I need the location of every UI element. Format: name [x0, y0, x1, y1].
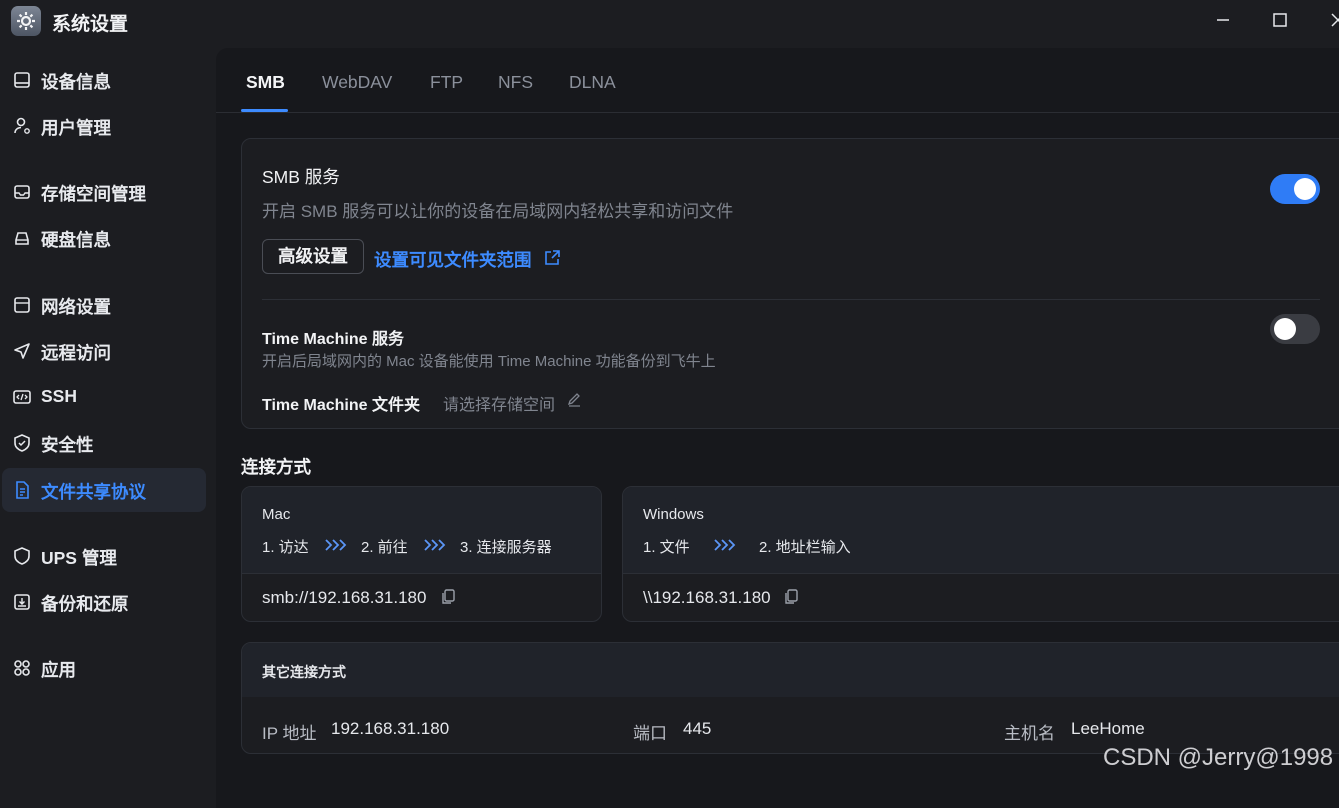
close-button[interactable] — [1325, 8, 1339, 32]
windows-step-2: 2. 地址栏输入 — [759, 539, 851, 556]
sidebar-item-backup[interactable]: 备份和还原 — [2, 580, 206, 624]
sidebar-item-label: 设备信息 — [41, 72, 111, 92]
other-connection-title: 其它连接方式 — [262, 664, 346, 680]
tab-divider — [216, 112, 1339, 113]
section-divider — [262, 299, 1320, 300]
mac-step-1: 1. 访达 — [262, 539, 309, 556]
mac-title: Mac — [262, 506, 291, 523]
disk-icon — [12, 228, 32, 248]
smb-service-title: SMB 服务 — [262, 167, 340, 187]
sidebar-item-ssh[interactable]: SSH — [2, 375, 206, 419]
time-machine-folder-label: Time Machine 文件夹 — [262, 397, 420, 414]
chevrons-right-icon — [323, 537, 347, 553]
sidebar-item-user-management[interactable]: 用户管理 — [2, 104, 206, 148]
mac-step-2: 2. 前往 — [361, 539, 408, 556]
sidebar-item-remote-access[interactable]: 远程访问 — [2, 329, 206, 373]
connection-section-title: 连接方式 — [241, 457, 311, 477]
toggle-knob — [1274, 318, 1296, 340]
external-link-icon[interactable] — [543, 249, 561, 267]
maximize-button[interactable] — [1266, 8, 1294, 32]
sidebar-item-label: 安全性 — [41, 435, 94, 455]
device-info-icon — [12, 70, 32, 90]
hostname-label: 主机名 — [1004, 724, 1055, 743]
smb-service-description: 开启 SMB 服务可以让你的设备在局域网内轻松共享和访问文件 — [262, 202, 734, 221]
chevrons-right-icon — [712, 537, 736, 553]
hostname-value: LeeHome — [1071, 719, 1145, 738]
storage-icon — [12, 182, 32, 202]
port-label: 端口 — [633, 724, 667, 743]
shield-icon — [12, 546, 32, 566]
card-divider — [623, 573, 1339, 574]
sidebar: 设备信息 用户管理 存储空间管理 硬盘信息 网络设置 远程访问 SSH 安全性 … — [0, 0, 216, 781]
sidebar-item-label: UPS 管理 — [41, 548, 117, 568]
windows-smb-address: \\192.168.31.180 — [643, 588, 771, 607]
sidebar-item-label: 存储空间管理 — [41, 184, 146, 204]
backup-icon — [12, 592, 32, 612]
ip-address-value: 192.168.31.180 — [331, 719, 450, 738]
copy-icon[interactable] — [439, 588, 457, 606]
code-icon — [12, 387, 32, 407]
copy-icon[interactable] — [782, 588, 800, 606]
tab-webdav[interactable]: WebDAV — [322, 72, 392, 93]
sidebar-item-ups[interactable]: UPS 管理 — [2, 534, 206, 578]
sidebar-item-label: 硬盘信息 — [41, 230, 111, 250]
visible-folders-link[interactable]: 设置可见文件夹范围 — [374, 247, 532, 272]
toggle-knob — [1294, 178, 1316, 200]
edit-pencil-icon[interactable] — [566, 391, 582, 407]
windows-card-header — [623, 487, 1339, 573]
network-icon — [12, 295, 32, 315]
sidebar-item-storage[interactable]: 存储空间管理 — [2, 170, 206, 214]
smb-service-toggle[interactable] — [1270, 174, 1320, 204]
watermark: CSDN @Jerry@1998 — [1103, 744, 1334, 771]
sidebar-item-disk-info[interactable]: 硬盘信息 — [2, 216, 206, 260]
tab-ftp[interactable]: FTP — [430, 72, 463, 93]
time-machine-folder-select[interactable]: 请选择存储空间 — [443, 391, 555, 415]
sidebar-item-apps[interactable]: 应用 — [2, 646, 206, 690]
sidebar-item-network[interactable]: 网络设置 — [2, 283, 206, 327]
time-machine-description: 开启后局域网内的 Mac 设备能使用 Time Machine 功能备份到飞牛上 — [262, 353, 716, 370]
sidebar-item-file-sharing[interactable]: 文件共享协议 — [2, 468, 206, 512]
sidebar-item-label: 应用 — [41, 660, 76, 680]
tab-nfs[interactable]: NFS — [498, 72, 533, 93]
other-card-header — [242, 643, 1339, 697]
windows-title: Windows — [643, 506, 704, 523]
sidebar-item-label: SSH — [41, 386, 77, 406]
tab-smb[interactable]: SMB — [246, 72, 285, 93]
sidebar-item-label: 备份和还原 — [41, 594, 129, 614]
shield-check-icon — [12, 433, 32, 453]
sidebar-item-label: 用户管理 — [41, 118, 111, 138]
card-divider — [242, 573, 601, 574]
sidebar-item-security[interactable]: 安全性 — [2, 421, 206, 465]
windows-step-1: 1. 文件 — [643, 539, 690, 556]
sidebar-item-label: 远程访问 — [41, 343, 111, 363]
tab-dlna[interactable]: DLNA — [569, 72, 616, 93]
sidebar-item-device-info[interactable]: 设备信息 — [2, 58, 206, 102]
minimize-button[interactable] — [1209, 8, 1237, 32]
chevrons-right-icon — [422, 537, 446, 553]
sidebar-item-label: 文件共享协议 — [41, 482, 146, 502]
time-machine-toggle[interactable] — [1270, 314, 1320, 344]
mac-step-3: 3. 连接服务器 — [460, 539, 552, 556]
send-icon — [12, 341, 32, 361]
mac-smb-address: smb://192.168.31.180 — [262, 588, 427, 607]
advanced-settings-button[interactable]: 高级设置 — [262, 239, 364, 274]
smb-service-card — [241, 138, 1339, 429]
port-value: 445 — [683, 719, 712, 738]
time-machine-title: Time Machine 服务 — [262, 331, 404, 348]
mac-card-header — [242, 487, 601, 573]
document-icon — [12, 480, 32, 500]
user-icon — [12, 116, 32, 136]
ip-address-label: IP 地址 — [262, 724, 317, 743]
sidebar-item-label: 网络设置 — [41, 297, 111, 317]
apps-icon — [12, 658, 32, 678]
